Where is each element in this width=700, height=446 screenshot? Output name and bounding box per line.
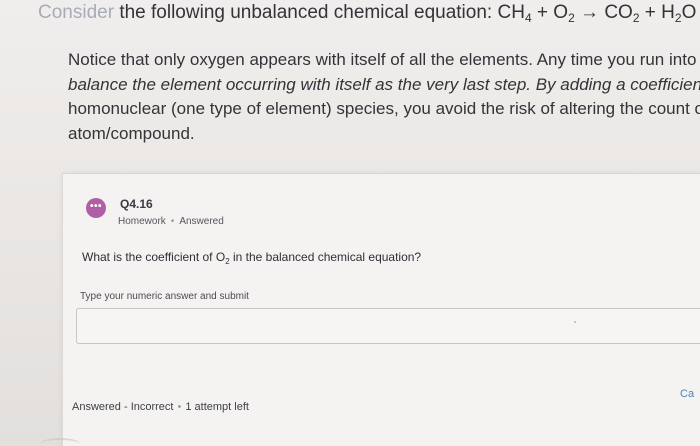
page: Consider the following unbalanced chemic… <box>0 0 700 446</box>
eq-o-sub: 2 <box>568 11 575 25</box>
eq-co: CO <box>604 2 633 23</box>
eq-o: O <box>553 2 569 23</box>
eq-plus-2: + <box>639 2 662 23</box>
instruction-line-4: atom/compound. <box>68 123 195 143</box>
question-text-after: in the balanced chemical equation? <box>229 250 422 264</box>
question-number: Q4.16 <box>120 197 153 211</box>
question-type: Homework <box>118 216 166 227</box>
instruction-line-2: balance the element occurring with itsel… <box>68 74 700 94</box>
eq-h: H <box>661 2 675 23</box>
status-result: Answered - Incorrect <box>72 401 174 413</box>
intro-cut-prefix: Consider <box>38 2 115 23</box>
answer-label: Type your numeric answer and submit <box>80 291 249 302</box>
instruction-line-3: homonuclear (one type of element) specie… <box>68 99 700 118</box>
eq-h-sub: 2 <box>674 11 682 25</box>
status-separator-dot: • <box>177 401 182 413</box>
instruction-paragraph: Notice that only oxygen appears with its… <box>68 48 700 146</box>
numeric-answer-input[interactable] <box>76 308 700 344</box>
question-menu-icon[interactable]: ••• <box>86 198 106 218</box>
question-text: What is the coefficient of O2 in the bal… <box>82 250 421 266</box>
eq-co-sub: 2 <box>632 11 640 25</box>
meta-separator-dot: • <box>170 216 175 227</box>
intro-equation-line: Consider the following unbalanced chemic… <box>38 2 696 25</box>
cancel-link[interactable]: Ca <box>680 388 694 400</box>
eq-ch: CH <box>497 2 525 23</box>
eq-ch-sub: 4 <box>524 11 532 25</box>
question-state: Answered <box>179 216 224 227</box>
eq-arrow: → <box>574 2 605 23</box>
eq-plus-1: + <box>531 2 554 23</box>
question-meta: Homework • Answered <box>118 216 224 227</box>
answer-status: Answered - Incorrect • 1 attempt left <box>72 401 249 413</box>
bottom-edge-shadow <box>40 438 80 446</box>
instruction-line-1: Notice that only oxygen appears with its… <box>68 50 700 69</box>
question-text-before: What is the coefficient of O <box>82 250 226 264</box>
status-attempts: 1 attempt left <box>185 401 249 413</box>
cursor-speck <box>574 321 576 323</box>
eq-h-tail: O <box>681 2 697 23</box>
intro-lead-text: the following unbalanced chemical equati… <box>119 2 498 23</box>
